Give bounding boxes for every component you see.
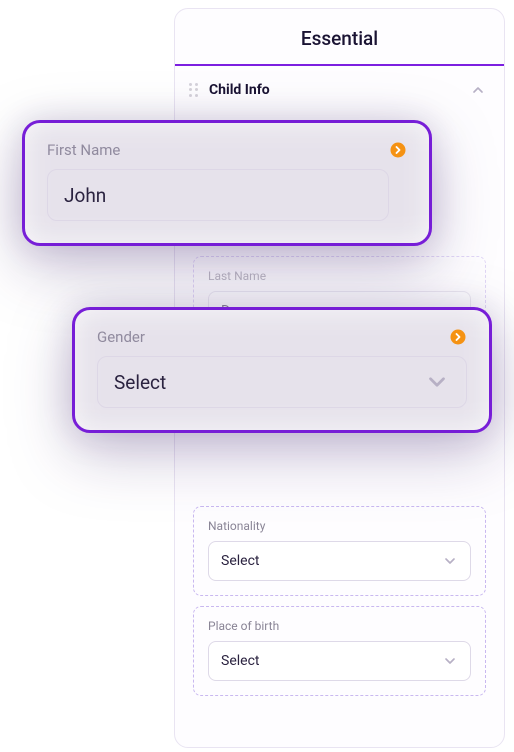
first-name-label: First Name bbox=[47, 141, 120, 159]
arrow-circle-right-icon[interactable] bbox=[449, 328, 467, 346]
last-name-label: Last Name bbox=[208, 269, 471, 283]
chevron-up-icon[interactable] bbox=[470, 82, 486, 98]
section-header[interactable]: Child Info bbox=[175, 66, 504, 108]
first-name-input[interactable]: John bbox=[47, 169, 389, 221]
panel-title: Essential bbox=[175, 9, 504, 66]
place-of-birth-value: Select bbox=[221, 653, 259, 669]
first-name-popout: First Name John bbox=[22, 120, 432, 246]
chevron-down-icon bbox=[424, 369, 450, 395]
drag-handle-icon[interactable] bbox=[189, 83, 201, 97]
first-name-value: John bbox=[64, 184, 106, 207]
gender-popout: Gender Select bbox=[72, 307, 492, 433]
chevron-down-icon bbox=[442, 553, 458, 569]
gender-value: Select bbox=[114, 371, 166, 394]
gender-select[interactable]: Select bbox=[97, 356, 467, 408]
gender-label: Gender bbox=[97, 328, 145, 346]
nationality-select[interactable]: Select bbox=[208, 541, 471, 581]
place-of-birth-label: Place of birth bbox=[208, 619, 471, 633]
place-of-birth-select[interactable]: Select bbox=[208, 641, 471, 681]
field-place-of-birth: Place of birth Select bbox=[193, 606, 486, 696]
nationality-label: Nationality bbox=[208, 519, 471, 533]
field-nationality: Nationality Select bbox=[193, 506, 486, 596]
arrow-circle-right-icon[interactable] bbox=[389, 141, 407, 159]
chevron-down-icon bbox=[442, 653, 458, 669]
nationality-value: Select bbox=[221, 553, 259, 569]
section-title: Child Info bbox=[209, 82, 462, 98]
